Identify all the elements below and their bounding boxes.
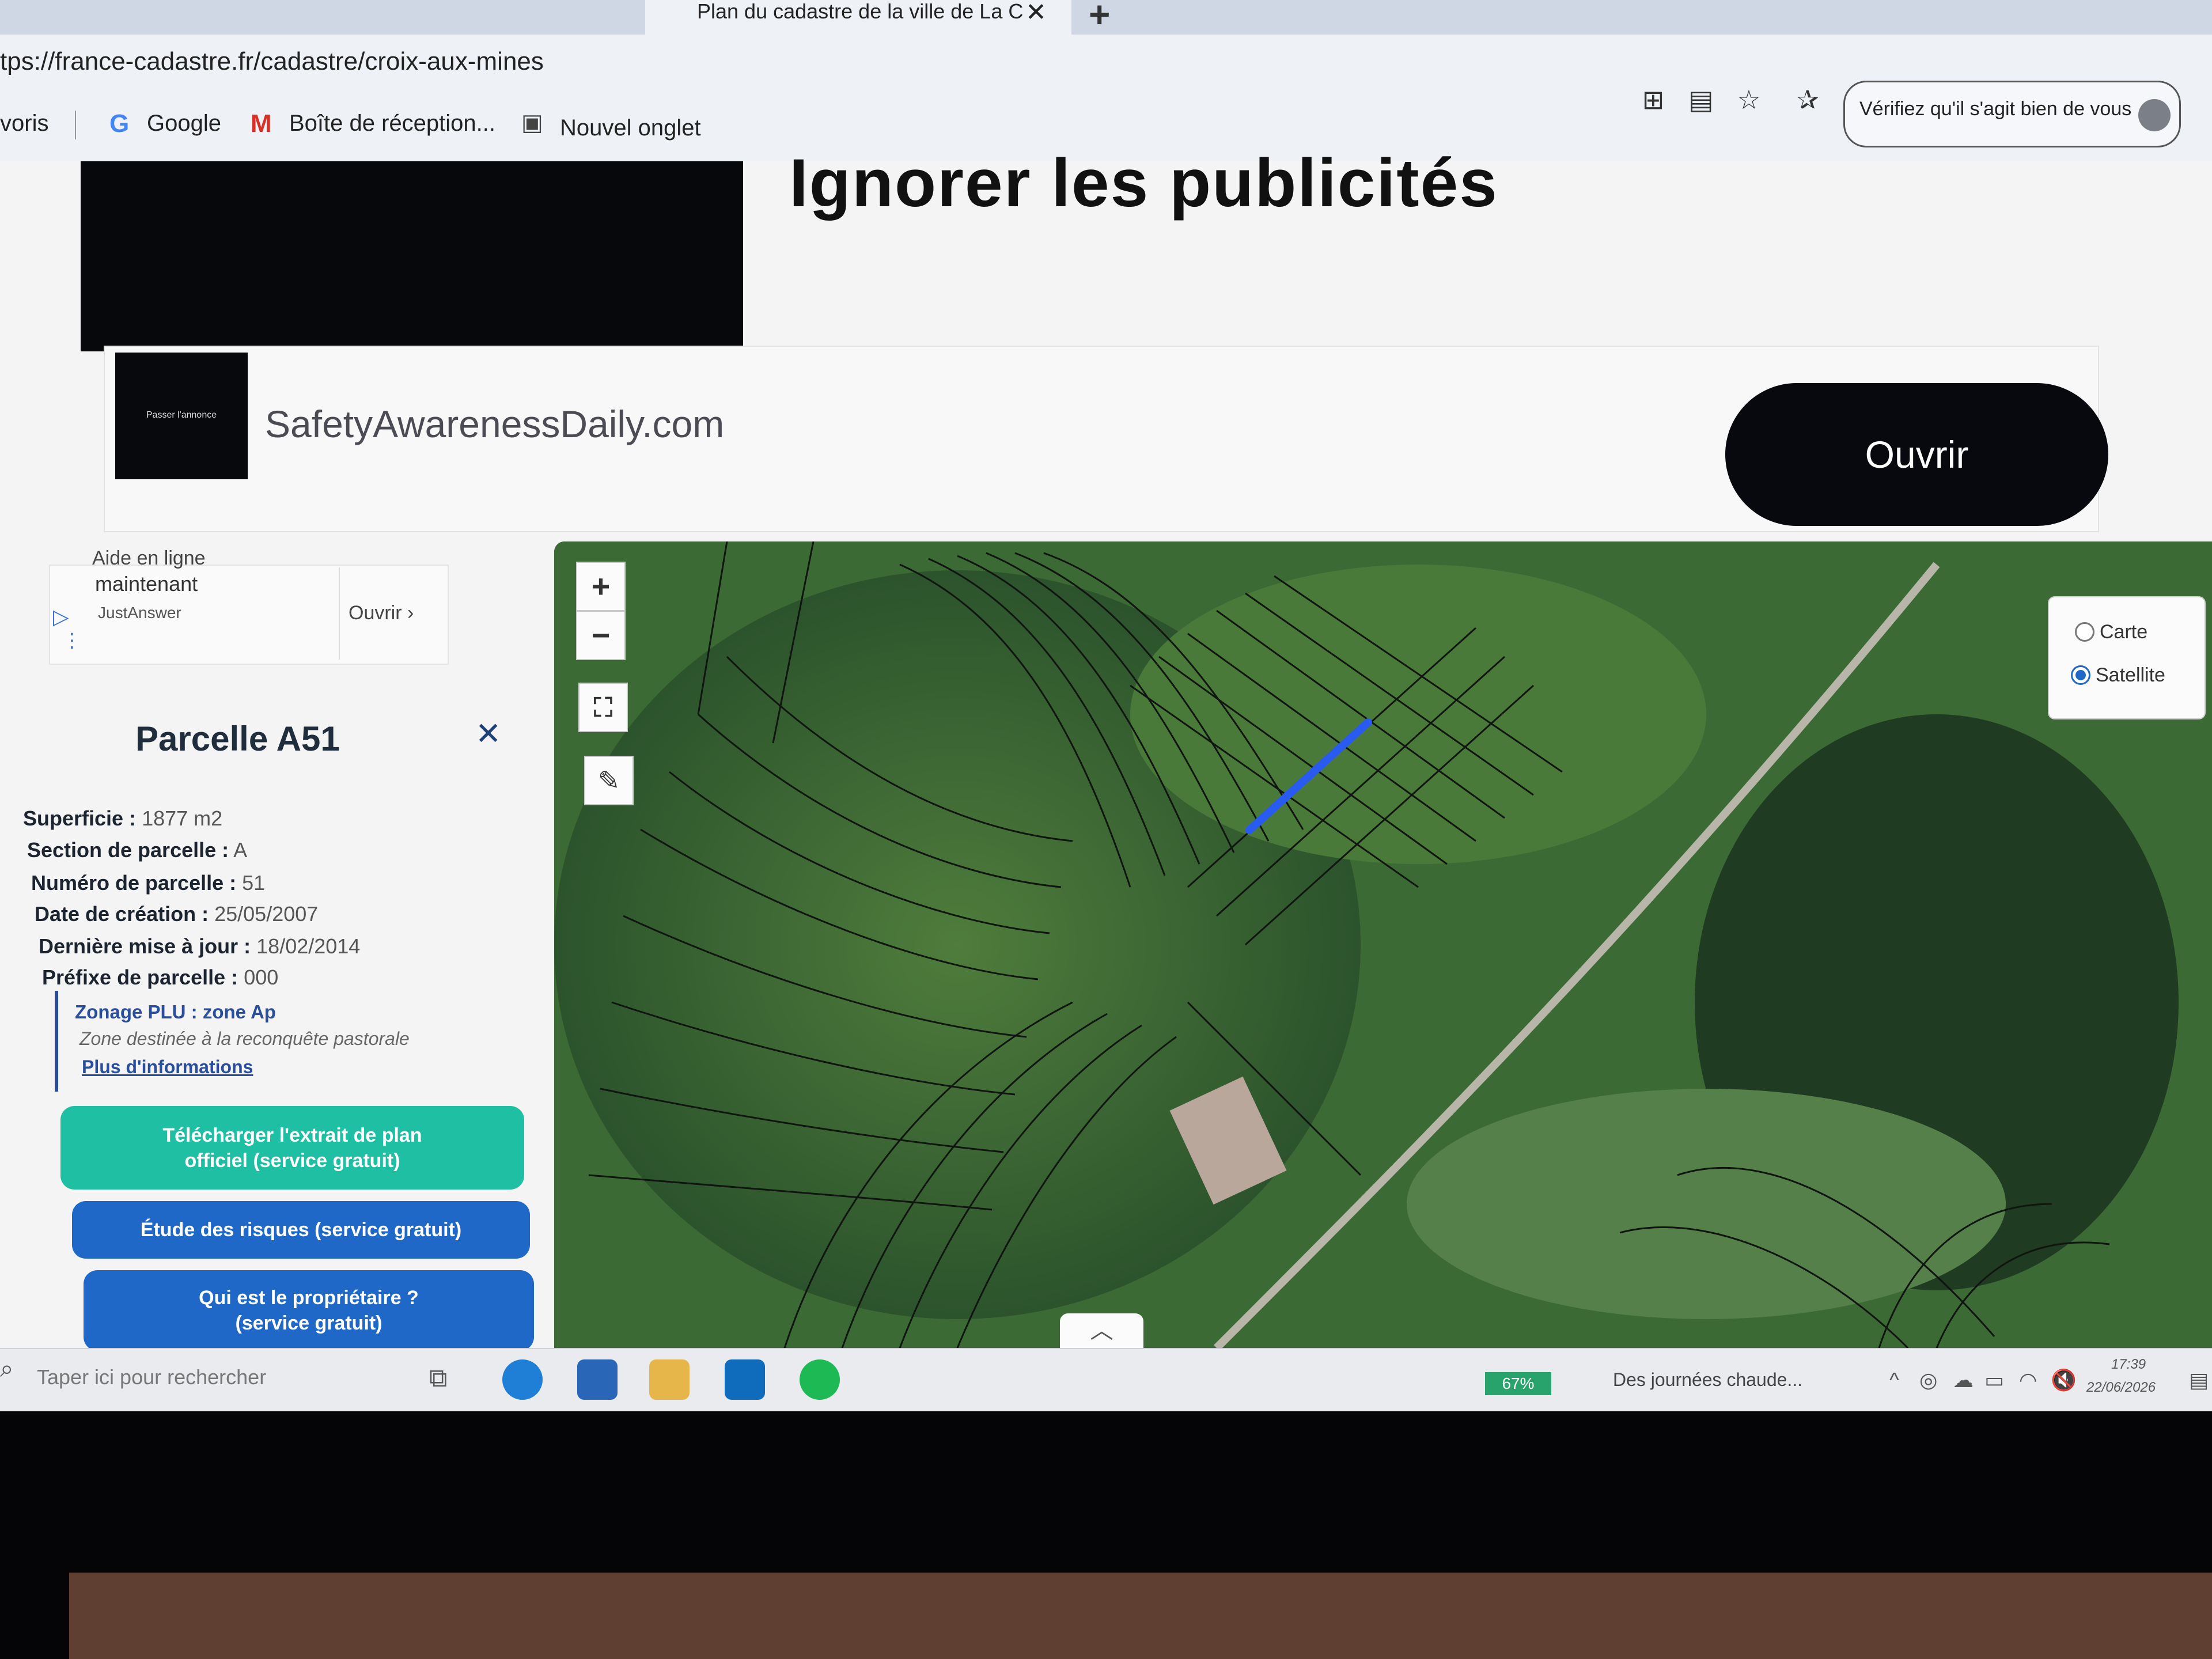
small-ad-open-label: Ouvrir	[349, 602, 402, 624]
zoom-in-button[interactable]: +	[576, 562, 626, 611]
windows-taskbar	[0, 1348, 2212, 1412]
apps-icon[interactable]: ⊞	[1637, 84, 1669, 116]
download-extract-button[interactable]: Télécharger l'extrait de plan officiel (…	[60, 1106, 524, 1190]
satellite-map[interactable]	[554, 541, 2212, 1348]
parcel-title: Parcelle A51	[135, 719, 340, 758]
chevron-up-tray-icon[interactable]: ^	[1889, 1368, 1899, 1392]
ad-headline: Ignorer les publicités	[789, 145, 1498, 221]
ad-domain[interactable]: SafetyAwarenessDaily.com	[265, 402, 724, 446]
ad-logo-text: Passer l'annonce	[146, 410, 217, 420]
notification-icon[interactable]: ▤	[2189, 1368, 2209, 1392]
risk-study-label: Étude des risques (service gratuit)	[140, 1219, 462, 1241]
owner-lookup-button[interactable]: Qui est le propriétaire ? (service gratu…	[84, 1270, 534, 1351]
layer-satellite-label[interactable]: Satellite	[2096, 664, 2165, 687]
cloud-off-icon[interactable]: ☁	[1953, 1368, 1974, 1392]
field-update-date: Dernière mise à jour : 18/02/2014	[39, 934, 361, 958]
download-extract-label: Télécharger l'extrait de plan officiel (…	[162, 1124, 422, 1172]
zone-accent-bar	[55, 991, 58, 1092]
tab-title: Plan du cadastre de la ville de La C	[697, 0, 1024, 23]
volume-muted-icon[interactable]: 🔇	[2051, 1368, 2077, 1392]
small-ad-divider	[339, 567, 340, 660]
outlook-icon[interactable]	[725, 1359, 765, 1400]
chevron-up-icon[interactable]: ︿	[1060, 1313, 1143, 1348]
risk-study-button[interactable]: Étude des risques (service gratuit)	[72, 1201, 530, 1259]
field-prefix: Préfixe de parcelle : 000	[42, 965, 279, 989]
fullscreen-icon[interactable]: ⛶	[578, 683, 628, 732]
verify-label: Vérifiez qu'il s'agit bien de vous	[1859, 98, 2132, 120]
clock-time[interactable]: 17:39	[2111, 1357, 2146, 1373]
field-numero: Numéro de parcelle : 51	[31, 871, 266, 895]
edge-icon[interactable]	[502, 1359, 543, 1400]
measure-tool-icon[interactable]: ✎	[584, 756, 634, 805]
zone-description: Zone destinée à la reconquête pastorale	[79, 1028, 410, 1049]
field-section: Section de parcelle : A	[27, 838, 248, 862]
map-canvas[interactable]	[554, 541, 2212, 1348]
wifi-icon[interactable]: ◠	[2019, 1368, 2037, 1392]
small-ad-brand: JustAnswer	[98, 604, 181, 622]
zone-more-info-link[interactable]: Plus d'informations	[82, 1056, 253, 1078]
bookmark-gmail[interactable]: Boîte de réception...	[289, 111, 495, 137]
clock-date[interactable]: 22/06/2026	[2086, 1380, 2156, 1396]
favorite-star-icon[interactable]: ☆	[1733, 84, 1765, 116]
bookmark-favoris[interactable]: voris	[0, 111, 48, 137]
battery-indicator[interactable]: 67%	[1485, 1372, 1551, 1395]
reader-icon[interactable]: ▤	[1685, 84, 1717, 116]
close-icon[interactable]: ✕	[475, 715, 501, 752]
radio-carte[interactable]	[2075, 622, 2094, 642]
owner-lookup-label: Qui est le propriétaire ? (service gratu…	[199, 1287, 419, 1334]
spotify-icon[interactable]	[800, 1359, 840, 1400]
field-superficie: Superficie : 1877 m2	[23, 806, 223, 830]
adchoices-icon[interactable]: ▷	[53, 605, 69, 629]
weather-widget[interactable]: Des journées chaude...	[1613, 1369, 1802, 1391]
more-options-icon[interactable]: ⋮	[62, 629, 82, 652]
field-creation-date: Date de création : 25/05/2007	[35, 902, 319, 926]
avatar-icon[interactable]	[2138, 99, 2171, 131]
bookmark-divider	[75, 111, 76, 139]
small-ad-title: Aide en ligne	[92, 547, 206, 569]
ad-video-block	[81, 161, 743, 351]
new-tab-icon[interactable]: +	[1089, 0, 1110, 36]
search-icon[interactable]: ⌕	[0, 1355, 14, 1383]
google-icon: G	[109, 109, 130, 138]
small-ad-title-line2: maintenant	[95, 572, 198, 596]
file-explorer-icon[interactable]	[649, 1359, 690, 1400]
favorites-list-icon[interactable]: ✰	[1791, 84, 1824, 116]
zoom-out-button[interactable]: −	[576, 611, 626, 660]
gmail-icon: M	[251, 109, 272, 138]
battery-tray-icon[interactable]: ▭	[1984, 1368, 2004, 1392]
layer-switcher	[2048, 596, 2206, 719]
store-icon[interactable]	[577, 1359, 618, 1400]
layer-carte-label[interactable]: Carte	[2100, 621, 2147, 643]
url-text[interactable]: tps://france-cadastre.fr/cadastre/croix-…	[0, 47, 544, 76]
taskbar-search-input[interactable]: Taper ici pour rechercher	[37, 1365, 266, 1389]
bookmark-new-tab[interactable]: Nouvel onglet	[560, 115, 701, 141]
field-area	[1407, 1089, 2006, 1319]
chevron-right-icon: ›	[407, 602, 414, 624]
small-ad-open-button[interactable]: Ouvrir ›	[349, 602, 414, 624]
meet-icon[interactable]: ◎	[1919, 1368, 1937, 1392]
tab-close-icon[interactable]: ✕	[1025, 0, 1047, 27]
zone-title: Zonage PLU : zone Ap	[75, 1001, 276, 1022]
desk-surface	[69, 1573, 2212, 1659]
ad-open-button[interactable]: Ouvrir	[1725, 383, 2108, 526]
radio-satellite[interactable]	[2071, 665, 2090, 685]
new-tab-page-icon: ▣	[521, 110, 543, 135]
task-view-icon[interactable]: ⧉	[429, 1364, 447, 1393]
bookmark-google[interactable]: Google	[147, 111, 221, 137]
